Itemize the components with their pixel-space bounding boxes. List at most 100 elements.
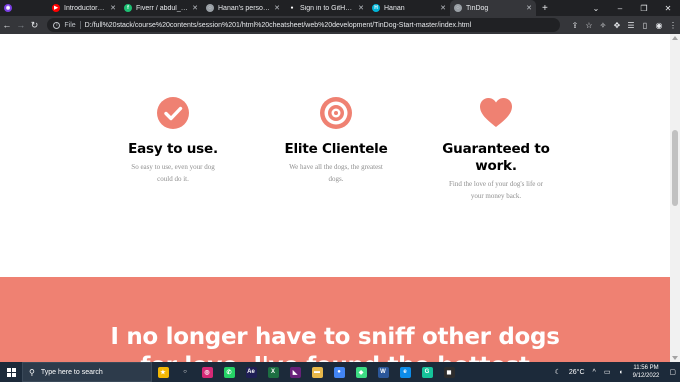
taskbar-app-task-view[interactable]: ○: [174, 362, 196, 382]
after-effects-icon: Ae: [245, 366, 257, 378]
taskbar-app-after-effects[interactable]: Ae: [240, 362, 262, 382]
edge-icon: e: [399, 366, 411, 378]
taskbar-search-box[interactable]: ⚲ Type here to search: [22, 362, 152, 382]
feature-text-line: Find the love of your dog's life or: [449, 180, 543, 188]
heart-icon: [480, 98, 512, 127]
taskbar-app-file-explorer[interactable]: ▬: [306, 362, 328, 382]
browser-tab[interactable]: ◌ Hanan's personal si✕: [202, 0, 284, 16]
feature-text-line: your money back.: [470, 192, 522, 200]
browser-tab[interactable]: ● Sign in to GitHub · ✕: [284, 0, 368, 16]
browser-tab[interactable]: H Hanan ✕: [368, 0, 450, 16]
tab-favicon-icon: ◉: [4, 4, 12, 12]
taskbar-apps: ★ ○ ◎ ✆ Ae X ◣ ▬ ● ◆ We G ◼: [152, 362, 460, 382]
weather-moon-icon[interactable]: ☾: [555, 368, 561, 376]
search-icon: ⚲: [29, 367, 35, 377]
taskbar-app-widgets[interactable]: ★: [152, 362, 174, 382]
taskbar-app-whatsapp[interactable]: ✆: [218, 362, 240, 382]
instagram-icon: ◎: [201, 366, 213, 378]
excel-icon: X: [267, 366, 279, 378]
tab-title: Hanan's personal si: [218, 4, 272, 12]
browser-toolbar: ← → ↻ i File D:/full%20stack/course%20co…: [0, 16, 680, 34]
tab-close-icon[interactable]: ✕: [526, 4, 532, 12]
back-button[interactable]: ←: [0, 20, 14, 30]
weather-temperature[interactable]: 26°C: [569, 369, 585, 376]
forward-button[interactable]: →: [14, 20, 28, 30]
tab-search-icon[interactable]: ⌄: [584, 4, 608, 13]
tab-title: Hanan: [384, 4, 405, 12]
bookmark-star-icon[interactable]: ☆: [582, 21, 596, 30]
menu-kebab-icon[interactable]: ⋮: [666, 21, 680, 30]
feature-text-line: dogs.: [328, 175, 344, 183]
tab-favicon-icon: ◌: [206, 4, 214, 12]
taskbar-app-word[interactable]: W: [372, 362, 394, 382]
new-tab-button[interactable]: +: [542, 3, 548, 14]
address-scheme-label: File: [64, 21, 76, 29]
extension-icon[interactable]: ✧: [596, 21, 610, 30]
close-window-button[interactable]: ✕: [656, 4, 680, 13]
tab-favicon-icon: H: [372, 4, 380, 12]
search-placeholder: Type here to search: [40, 368, 103, 376]
system-tray: ☾ 26°C ^ ▭ ◖ 11:56 PM 9/12/2022 ▢: [551, 362, 680, 382]
taskbar-clock[interactable]: 11:56 PM 9/12/2022: [633, 364, 660, 380]
scroll-down-arrow-icon[interactable]: [672, 356, 678, 360]
clock-date: 9/12/2022: [632, 373, 660, 379]
reload-button[interactable]: ↻: [28, 20, 42, 31]
word-icon: W: [377, 366, 389, 378]
tab-close-icon[interactable]: ✕: [358, 4, 364, 12]
feature-guaranteed: Guaranteed to work. Find the love of you…: [428, 96, 564, 202]
widgets-icon: ★: [157, 366, 169, 378]
page-scrollbar[interactable]: [670, 34, 680, 362]
browser-tab[interactable]: ▶ Introductory Video✕: [48, 0, 120, 16]
reading-list-icon[interactable]: ☰: [624, 21, 638, 30]
notifications-icon[interactable]: ▢: [669, 368, 676, 376]
taskbar-app-android-studio[interactable]: ◆: [350, 362, 372, 382]
tab-title: Sign in to GitHub ·: [300, 4, 356, 12]
feature-text: Find the love of your dog's life or your…: [428, 178, 564, 202]
restore-button[interactable]: ❐: [632, 4, 656, 13]
taskbar-app-chrome[interactable]: ●: [328, 362, 350, 382]
tab-close-icon[interactable]: ✕: [440, 4, 446, 12]
browser-tab[interactable]: f Fiverr / abdul_hanan✕: [120, 0, 202, 16]
taskbar-app-edge[interactable]: e: [394, 362, 416, 382]
grammarly-icon: G: [421, 366, 433, 378]
browser-tab[interactable]: ◉: [0, 0, 48, 16]
share-icon[interactable]: ⇪: [568, 21, 582, 30]
browser-tab[interactable]: ◌ TinDog ✕: [450, 0, 536, 16]
feature-title: Elite Clientele: [284, 141, 388, 157]
android-studio-icon: ◆: [355, 366, 367, 378]
feature-text: So easy to use, even your dog could do i…: [108, 161, 238, 185]
volume-icon[interactable]: ◖: [618, 369, 622, 376]
feature-title-line: work.: [475, 158, 517, 174]
address-url[interactable]: D:/full%20stack/course%20contents/sessio…: [85, 22, 472, 29]
taskbar-app-instagram[interactable]: ◎: [196, 362, 218, 382]
window-controls: ⌄ – ❐ ✕: [584, 0, 680, 16]
extensions-puzzle-icon[interactable]: ✥: [610, 21, 624, 30]
windows-taskbar: ⚲ Type here to search ★ ○ ◎ ✆ Ae X ◣ ▬ ● ◆ We G ◼ ☾ …: [0, 362, 680, 382]
taskbar-app-excel[interactable]: X: [262, 362, 284, 382]
minimize-button[interactable]: –: [608, 4, 632, 13]
start-button[interactable]: [0, 362, 22, 382]
taskbar-app-app-dark[interactable]: ◼: [438, 362, 460, 382]
scrollbar-thumb[interactable]: [672, 130, 678, 206]
testimonial-quote-line-1: I no longer have to sniff other dogs: [110, 324, 560, 350]
network-icon[interactable]: ▭: [604, 368, 611, 376]
windows-logo-icon: [6, 367, 16, 377]
tab-title: Introductory Video: [64, 4, 108, 12]
tab-title: TinDog: [466, 4, 489, 12]
info-icon[interactable]: i: [53, 21, 61, 29]
taskbar-app-grammarly[interactable]: G: [416, 362, 438, 382]
web-page: Easy to use. So easy to use, even your d…: [0, 34, 670, 362]
tab-close-icon[interactable]: ✕: [110, 4, 116, 12]
tray-chevron-up-icon[interactable]: ^: [593, 369, 596, 376]
address-bar[interactable]: i File D:/full%20stack/course%20contents…: [47, 18, 560, 32]
feature-title-line: Guaranteed to: [442, 141, 550, 157]
taskbar-app-visual-studio[interactable]: ◣: [284, 362, 306, 382]
scroll-up-arrow-icon[interactable]: [672, 36, 678, 40]
side-panel-icon[interactable]: ▯: [638, 21, 652, 30]
tab-close-icon[interactable]: ✕: [274, 4, 280, 12]
tab-close-icon[interactable]: ✕: [192, 4, 198, 12]
feature-text: We have all the dogs, the greatest dogs.: [266, 161, 406, 185]
bullseye-icon: [320, 97, 352, 129]
profile-avatar[interactable]: ◉: [652, 21, 666, 30]
feature-title: Guaranteed to work.: [428, 141, 564, 175]
